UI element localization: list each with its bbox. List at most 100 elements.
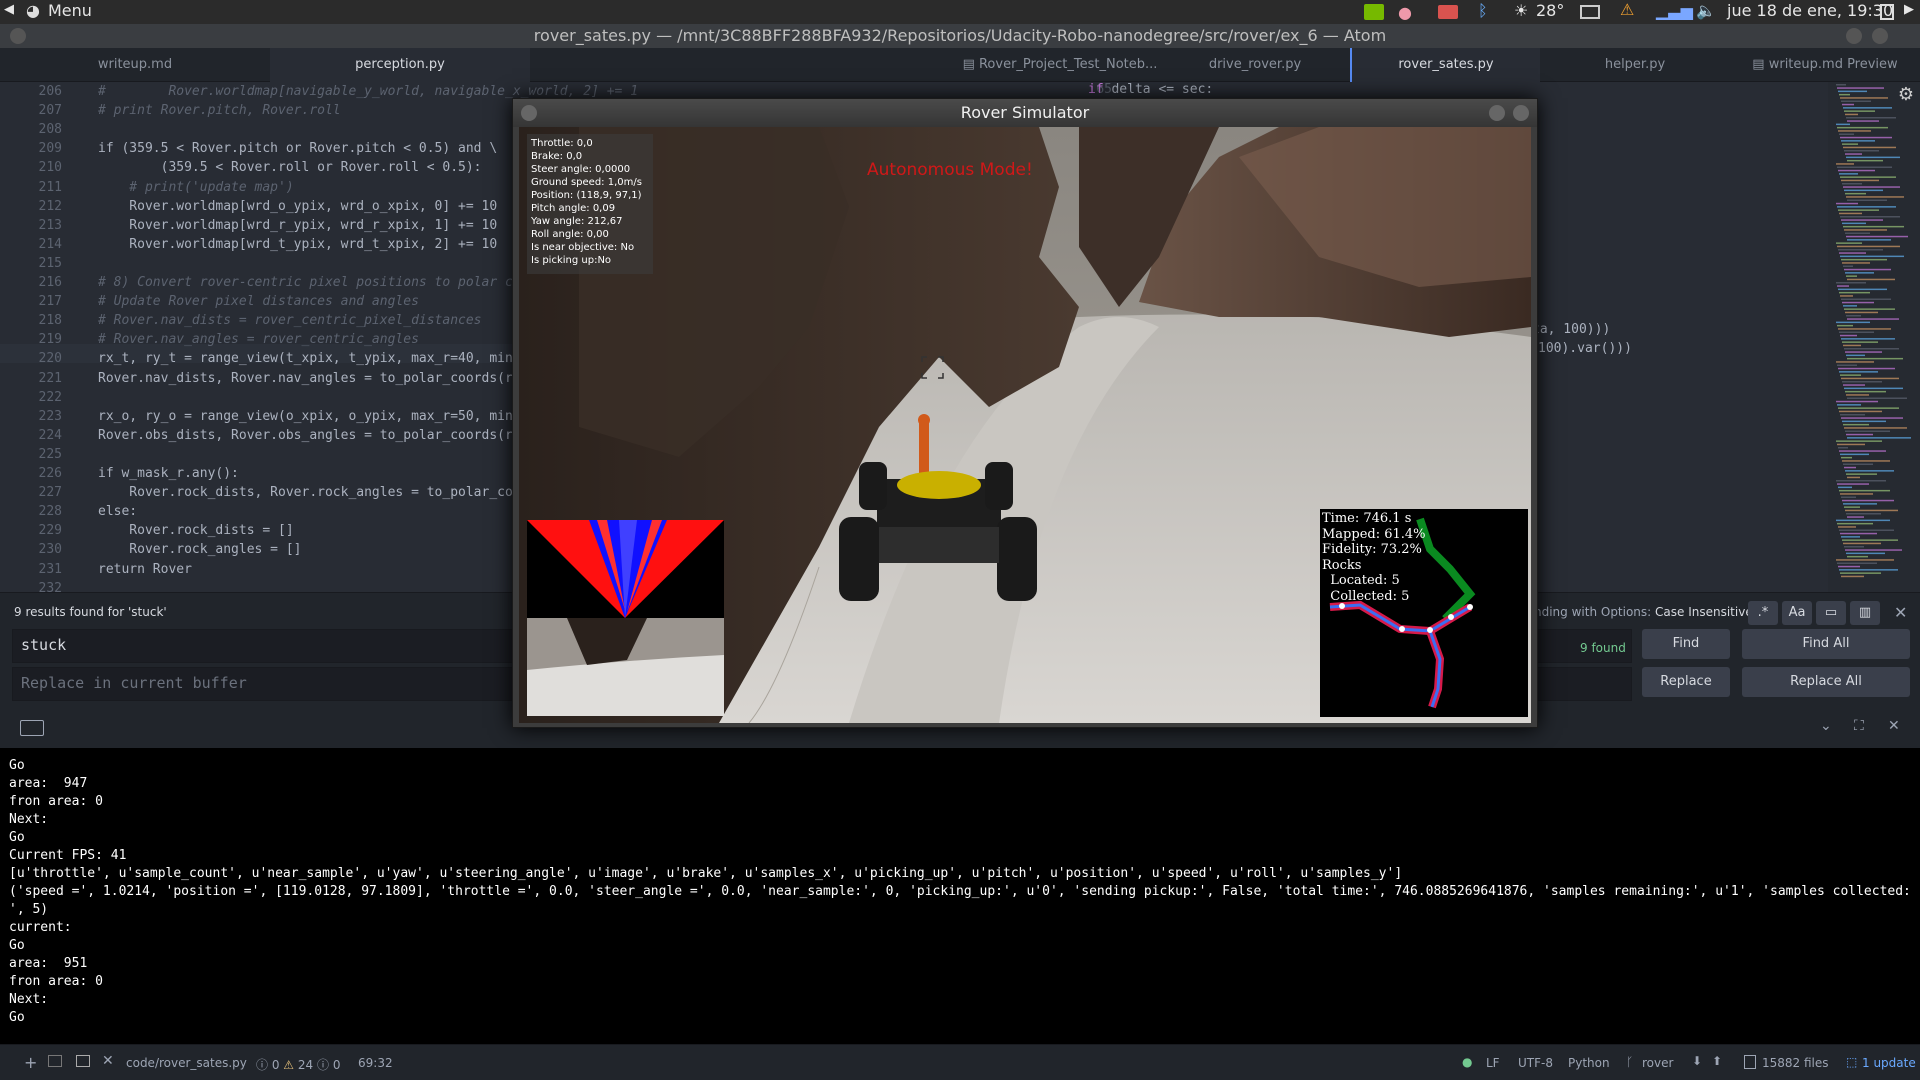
code-line: rx_t, ry_t = range_view(t_xpix, t_ypix, … (98, 351, 513, 367)
tab-perception-py[interactable]: perception.py (270, 48, 530, 82)
line-number: 208 (38, 122, 62, 138)
code-line: # Rover.nav_angles = rover_centric_angle… (98, 332, 419, 348)
minimap[interactable]: ⚙ (1828, 82, 1920, 592)
line-number: 226 (38, 466, 62, 481)
code-line: if delta <= sec: (1088, 82, 1214, 97)
menu-icon: ◕ (26, 1, 40, 20)
line-number: 230 (38, 542, 62, 558)
find-button[interactable]: Find (1642, 629, 1730, 659)
hud-line: Throttle: 0,0 (531, 138, 593, 149)
system-top-panel: ◀ ◕ Menu ● ᛒ ☀ 28° ⚠ ▁▃▅ 🔈 jue 18 de ene… (0, 0, 1920, 24)
lint-errors[interactable]: ⓘ 0 ⚠ 24 ⓘ 0 (256, 1056, 340, 1073)
simulator-viewport[interactable]: Throttle: 0,0 Brake: 0,0 Steer angle: 0,00… (519, 127, 1531, 723)
clock-datetime[interactable]: jue 18 de ene, 19:30 (1727, 1, 1893, 20)
replace-button[interactable]: Replace (1642, 667, 1730, 697)
temperature-label[interactable]: 28° (1536, 1, 1564, 20)
camera-recorder-icon[interactable] (1438, 5, 1458, 19)
line-number: 212 (38, 198, 62, 214)
code-line: Rover.worldmap[wrd_o_ypix, wrd_o_xpix, 0… (98, 198, 498, 214)
notification-balloon-icon[interactable]: ● (1398, 3, 1412, 22)
chevron-down-icon[interactable]: ⌄ (1820, 718, 1832, 734)
file-count-icon (1744, 1055, 1756, 1069)
maximize-terminal-icon[interactable]: ⛶ (1854, 718, 1864, 734)
update-notice[interactable]: 1 update (1862, 1056, 1916, 1070)
code-line: # 8) Convert rover-centric pixel positio… (98, 275, 513, 290)
nvidia-icon[interactable] (1364, 4, 1384, 20)
settings-gear-icon[interactable]: ⚙ (1898, 84, 1914, 105)
regex-toggle[interactable]: .* (1748, 601, 1778, 625)
menu-button[interactable]: Menu (48, 1, 92, 20)
hud-line: Steer angle: 0,0000 (531, 164, 631, 175)
in-selection-toggle[interactable]: ▭ (1816, 601, 1846, 625)
tab-label: rover_sates.py (1398, 57, 1494, 72)
rover-simulator-window[interactable]: Rover Simulator Throttle: 0,0 Brake: 0,0… (512, 98, 1538, 728)
simulator-title-bar[interactable]: Rover Simulator (513, 99, 1537, 127)
line-number: 223 (38, 408, 62, 424)
cursor-position[interactable]: 69:32 (358, 1056, 393, 1070)
weather-icon: ☀ (1514, 1, 1529, 20)
code-line: Rover.worldmap[wrd_t_ypix, wrd_t_xpix, 2… (98, 236, 498, 252)
grammar-selector[interactable]: Python (1568, 1056, 1610, 1070)
line-number: 231 (38, 561, 62, 577)
keyboard-icon[interactable] (20, 720, 44, 736)
close-terminal-icon[interactable]: ✕ (1888, 718, 1900, 734)
hud-line: Ground speed: 1,0m/s (531, 177, 642, 188)
screen-icon[interactable] (1580, 5, 1600, 19)
whole-word-toggle[interactable]: ▥ (1850, 601, 1880, 625)
window-close-button[interactable] (10, 28, 26, 44)
git-branch-icon: ᚴ (1626, 1055, 1634, 1069)
case-sensitive-toggle[interactable]: Aa (1782, 601, 1812, 625)
status-file-path[interactable]: code/rover_sates.py (126, 1056, 247, 1070)
add-terminal-icon[interactable]: + (24, 1053, 37, 1072)
line-number: 222 (38, 389, 62, 405)
bluetooth-icon[interactable]: ᛒ (1478, 1, 1488, 20)
tab-rover-project-notebook[interactable]: ▤ Rover_Project_Test_Noteb... (960, 48, 1160, 82)
network-signal-icon[interactable]: ▁▃▅ (1656, 1, 1693, 20)
panel-right-arrow-icon[interactable]: ▶ (1904, 2, 1914, 17)
hud-line: Is picking up:No (531, 255, 612, 266)
fetch-down-icon[interactable]: ⬇ (1692, 1054, 1702, 1068)
warning-icon[interactable]: ⚠ (1620, 0, 1634, 19)
nav-vision-graphic (527, 520, 724, 716)
hud-line: Yaw angle: 212,67 (531, 216, 623, 227)
replace-all-button[interactable]: Replace All (1742, 667, 1910, 697)
tab-writeup-preview[interactable]: ▤ writeup.md Preview (1730, 48, 1920, 82)
tab-bar: writeup.md perception.py ▤ Rover_Project… (0, 48, 1920, 82)
tab-writeup-md[interactable]: writeup.md (0, 48, 270, 82)
close-terminal-x-icon[interactable]: ✕ (102, 1053, 114, 1069)
line-ending[interactable]: LF (1486, 1056, 1500, 1070)
close-find-icon[interactable]: ✕ (1894, 603, 1907, 622)
tab-rover-sates-py[interactable]: rover_sates.py (1350, 48, 1540, 82)
line-number: 218 (38, 313, 62, 329)
tab-helper-py[interactable]: helper.py (1540, 48, 1730, 82)
tab-drive-rover-py[interactable]: drive_rover.py (1160, 48, 1350, 82)
autonomous-mode-label: Autonomous Mode! (867, 160, 1033, 180)
volume-icon[interactable]: 🔈 (1696, 1, 1716, 20)
rover-telemetry-hud: Throttle: 0,0 Brake: 0,0 Steer angle: 0,00… (527, 134, 653, 274)
line-number: 210 (38, 160, 62, 176)
file-count[interactable]: 15882 files (1762, 1056, 1829, 1070)
code-line: (359.5 < Rover.roll or Rover.roll < 0.5)… (98, 160, 482, 176)
status-bar: + ✕ code/rover_sates.py ⓘ 0 ⚠ 24 ⓘ 0 69:… (0, 1044, 1920, 1080)
line-number: 219 (38, 332, 62, 348)
simulator-maximize-button[interactable] (1513, 105, 1529, 121)
terminal-tab-icon[interactable] (48, 1055, 62, 1067)
terminal-output[interactable]: Go area: 947 fron area: 0 Next: Go Curre… (0, 748, 1920, 1044)
code-line: if w_mask_r.any(): (98, 466, 239, 481)
panel-left-arrow-icon[interactable]: ◀ (4, 2, 14, 17)
simulator-minimize-button[interactable] (1489, 105, 1505, 121)
found-count: 9 found (1580, 641, 1626, 655)
find-all-button[interactable]: Find All (1742, 629, 1910, 659)
code-line: # Rover.worldmap[navigable_y_world, navi… (98, 84, 639, 99)
simulator-close-button[interactable] (521, 105, 537, 121)
git-branch[interactable]: rover (1642, 1056, 1673, 1070)
window-minimize-button[interactable] (1846, 28, 1862, 44)
window-maximize-button[interactable] (1872, 28, 1888, 44)
terminal-icon[interactable] (76, 1055, 90, 1067)
file-encoding[interactable]: UTF-8 (1518, 1056, 1553, 1070)
code-line: Rover.nav_dists, Rover.nav_angles = to_p… (98, 370, 513, 386)
push-up-icon[interactable]: ⬆ (1712, 1054, 1722, 1068)
battery-icon[interactable] (1880, 4, 1894, 20)
worldmap-overlay: Time: 746.1 s Mapped: 61.4% Fidelity: 73… (1320, 509, 1528, 717)
hud-line: Roll angle: 0,00 (531, 229, 609, 240)
